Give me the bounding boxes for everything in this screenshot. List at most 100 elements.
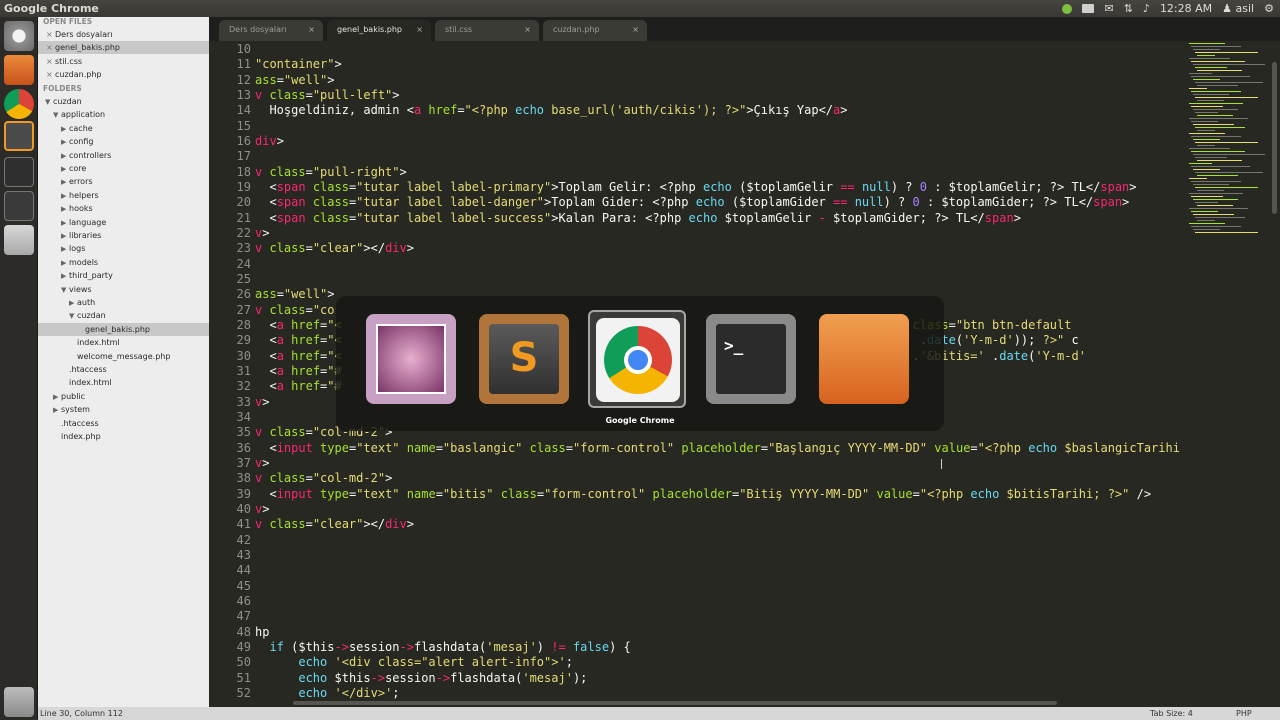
keyboard-icon[interactable] [1082,4,1095,13]
chevron-right-icon[interactable]: ▶ [69,297,77,310]
code-line[interactable]: v> [255,226,269,241]
chevron-right-icon[interactable]: ▶ [61,150,69,163]
tree-item[interactable]: ▶ third_party [38,269,209,282]
chevron-right-icon[interactable]: ▶ [61,270,69,283]
tree-item[interactable]: .htaccess [38,363,209,376]
chevron-right-icon[interactable]: ▶ [61,203,69,216]
terminal-icon[interactable] [4,157,34,187]
code-line[interactable]: hp [255,625,269,640]
code-line[interactable]: echo $this->session->flashdata('mesaj'); [255,671,587,686]
open-file-item[interactable]: × Ders dosyaları [38,28,209,41]
close-icon[interactable]: × [632,20,639,40]
tab[interactable]: stil.css × [435,20,539,41]
close-icon[interactable]: × [308,20,315,40]
tree-item[interactable]: ▶ hooks [38,202,209,215]
tab[interactable]: Ders dosyaları × [219,20,323,41]
volume-icon[interactable]: ♪ [1143,2,1150,15]
tree-item[interactable]: index.html [38,376,209,389]
workspace-switcher-app[interactable] [362,310,460,408]
code-line[interactable]: ass="well"> [255,287,335,302]
network-icon[interactable]: ⇅ [1124,2,1133,15]
close-icon[interactable]: × [46,41,55,54]
tree-item[interactable]: ▼ cuzdan [38,95,209,108]
tree-item[interactable]: ▶ core [38,162,209,175]
code-line[interactable]: v class="pull-right"> [255,165,407,180]
vertical-scrollbar[interactable] [1272,62,1277,214]
chevron-right-icon[interactable]: ▶ [61,163,69,176]
installer-icon[interactable] [4,225,34,255]
horizontal-scrollbar[interactable] [293,701,1057,705]
tree-item[interactable]: ▶ errors [38,175,209,188]
close-icon[interactable]: × [416,20,423,40]
code-line[interactable]: ass="well"> [255,73,335,88]
tree-item[interactable]: index.html [38,336,209,349]
chevron-right-icon[interactable]: ▶ [61,136,69,149]
tree-item[interactable]: ▶ system [38,403,209,416]
close-icon[interactable]: × [46,68,55,81]
chevron-right-icon[interactable]: ▶ [61,123,69,136]
code-line[interactable]: <a href="# [255,379,341,394]
code-line[interactable]: if ($this->session->flashdata('mesaj') !… [255,640,630,655]
gear-icon[interactable]: ⚙ [1264,2,1274,15]
chevron-right-icon[interactable]: ▶ [61,243,69,256]
tree-item[interactable]: ▼ views [38,283,209,296]
google-chrome-app[interactable] [588,310,686,408]
clock[interactable]: 12:28 AM [1160,2,1212,15]
chevron-right-icon[interactable]: ▶ [53,404,61,417]
tree-item[interactable]: ▶ auth [38,296,209,309]
tree-item[interactable]: ▼ application [38,108,209,121]
trash-icon[interactable] [4,687,34,717]
close-icon[interactable]: × [46,55,55,68]
code-line[interactable]: v class="pull-left"> [255,88,400,103]
tree-item[interactable]: ▶ helpers [38,189,209,202]
minimap[interactable] [1187,41,1273,699]
code-line[interactable]: <span class="tutar label label-primary">… [255,180,1136,195]
chevron-down-icon[interactable]: ▼ [53,109,61,122]
code-line[interactable]: <span class="tutar label label-success">… [255,211,1020,226]
open-file-item[interactable]: × stil.css [38,55,209,68]
chrome-icon[interactable] [4,89,34,119]
chevron-right-icon[interactable]: ▶ [61,257,69,270]
chevron-down-icon[interactable]: ▼ [45,96,53,109]
code-line[interactable]: v class="clear"></div> [255,517,414,532]
close-icon[interactable]: × [46,28,55,41]
code-line[interactable]: "container"> [255,57,342,72]
code-line[interactable]: v> [255,502,269,517]
chevron-right-icon[interactable]: ▶ [61,176,69,189]
syntax-mode[interactable]: PHP [1236,707,1252,720]
chevron-down-icon[interactable]: ▼ [61,284,69,297]
tree-item[interactable]: ▶ logs [38,242,209,255]
spotify-icon[interactable] [1062,3,1073,14]
chevron-down-icon[interactable]: ▼ [69,310,77,323]
chevron-right-icon[interactable]: ▶ [61,190,69,203]
open-file-item[interactable]: × cuzdan.php [38,68,209,81]
code-line[interactable]: div> [255,134,284,149]
tree-item[interactable]: index.php [38,430,209,443]
terminal-app[interactable]: >_ [702,310,800,408]
tree-item[interactable]: ▶ controllers [38,149,209,162]
tree-item[interactable]: .htaccess [38,417,209,430]
code-line[interactable]: <a href="# [255,364,341,379]
code-line[interactable]: Hoşgeldiniz, admin <a href="<?php echo b… [255,103,847,118]
chevron-right-icon[interactable]: ▶ [61,217,69,230]
code-line[interactable]: <span class="tutar label label-danger">T… [255,195,1129,210]
tree-item[interactable]: ▶ language [38,216,209,229]
tab[interactable]: cuzdan.php × [543,20,647,41]
tree-item[interactable]: ▶ config [38,135,209,148]
files-icon[interactable] [4,55,34,85]
code-line[interactable]: <input type="text" name="baslangic" clas… [255,441,1180,456]
tree-item[interactable]: ▼ cuzdan [38,309,209,322]
sublime-text-icon[interactable] [4,121,34,151]
tree-item[interactable]: ▶ models [38,256,209,269]
tree-item[interactable]: welcome_message.php [38,350,209,363]
sublime-text-app[interactable]: S [475,310,573,408]
files-app[interactable] [815,310,913,408]
code-line[interactable]: v class="clear"></div> [255,241,414,256]
open-file-item[interactable]: × genel_bakis.php [38,41,209,55]
code-line[interactable]: v> [255,395,269,410]
code-line[interactable]: echo '</div>'; [255,686,399,699]
code-line[interactable]: <input type="text" name="bitis" class="f… [255,487,1151,502]
tree-item[interactable]: ▶ libraries [38,229,209,242]
tab[interactable]: genel_bakis.php × [327,20,431,41]
close-icon[interactable]: × [524,20,531,40]
